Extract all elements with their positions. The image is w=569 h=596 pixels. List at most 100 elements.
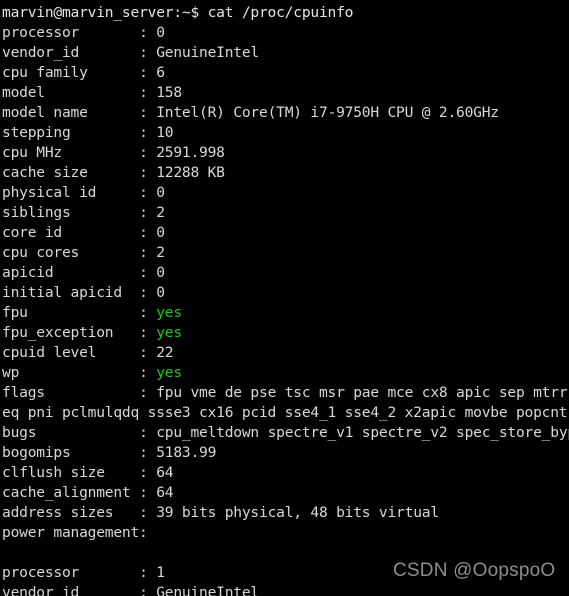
terminal-field-row: flags : fpu vme de pse tsc msr pae mce c… xyxy=(2,383,569,403)
field-separator: : xyxy=(139,304,157,321)
field-key: siblings xyxy=(2,204,140,221)
field-key: vendor_id xyxy=(2,584,140,596)
field-separator: : xyxy=(139,84,157,101)
field-value: 2 xyxy=(156,204,165,221)
terminal-window[interactable]: marvin@marvin_server:~$ cat /proc/cpuinf… xyxy=(0,0,569,596)
field-key: cpu cores xyxy=(2,244,140,261)
terminal-field-row: bogomips : 5183.99 xyxy=(2,443,569,463)
field-value: 1 xyxy=(156,564,165,581)
field-value: 64 xyxy=(156,484,174,501)
field-value: 39 bits physical, 48 bits virtual xyxy=(156,504,439,521)
field-separator: : xyxy=(139,204,157,221)
field-value: 2591.998 xyxy=(156,144,225,161)
field-separator: : xyxy=(139,504,157,521)
field-key: cpuid level xyxy=(2,344,140,361)
terminal-field-row: cpu MHz : 2591.998 xyxy=(2,143,569,163)
field-key: processor xyxy=(2,564,140,581)
field-value: yes xyxy=(156,304,182,321)
terminal-field-row: processor : 0 xyxy=(2,23,569,43)
field-value: 0 xyxy=(156,284,165,301)
field-separator: : xyxy=(139,184,157,201)
terminal-field-row: siblings : 2 xyxy=(2,203,569,223)
field-key: initial apicid xyxy=(2,284,140,301)
field-separator: : xyxy=(139,584,157,596)
field-key: bogomips xyxy=(2,444,140,461)
field-value: 0 xyxy=(156,224,165,241)
field-key: physical id xyxy=(2,184,140,201)
terminal-field-row: model : 158 xyxy=(2,83,569,103)
field-key: fpu_exception xyxy=(2,324,140,341)
field-value: 2 xyxy=(156,244,165,261)
terminal-prompt-line: marvin@marvin_server:~$ cat /proc/cpuinf… xyxy=(2,4,354,21)
field-separator: : xyxy=(139,24,157,41)
field-separator: : xyxy=(139,444,157,461)
field-value: 0 xyxy=(156,24,165,41)
field-key: apicid xyxy=(2,264,140,281)
field-value: 0 xyxy=(156,264,165,281)
field-value: 12288 KB xyxy=(156,164,225,181)
field-value: 22 xyxy=(156,344,174,361)
field-separator: : xyxy=(139,464,157,481)
terminal-field-row: cpu family : 6 xyxy=(2,63,569,83)
field-key: core id xyxy=(2,224,140,241)
field-key: cache size xyxy=(2,164,140,181)
field-value: GenuineIntel xyxy=(156,584,259,596)
field-separator: : xyxy=(139,324,157,341)
field-separator: : xyxy=(139,264,157,281)
terminal-field-row: fpu_exception : yes xyxy=(2,323,569,343)
terminal-wrapped-line: eq pni pclmulqdq ssse3 cx16 pcid sse4_1 … xyxy=(2,404,569,421)
field-key: cache_alignment xyxy=(2,484,140,501)
field-separator: : xyxy=(139,224,157,241)
field-key: flags xyxy=(2,384,140,401)
terminal-field-row: model name : Intel(R) Core(TM) i7-9750H … xyxy=(2,103,569,123)
field-separator: : xyxy=(139,244,157,261)
field-separator: : xyxy=(139,64,157,81)
terminal-field-row: initial apicid : 0 xyxy=(2,283,569,303)
field-value: Intel(R) Core(TM) i7-9750H CPU @ 2.60GHz xyxy=(156,104,499,121)
field-value: 0 xyxy=(156,184,165,201)
field-key: cpu MHz xyxy=(2,144,140,161)
field-value: fpu vme de pse tsc msr pae mce cx8 apic … xyxy=(156,384,569,401)
field-key: clflush size xyxy=(2,464,140,481)
field-value: 5183.99 xyxy=(156,444,217,461)
field-value: 158 xyxy=(156,84,182,101)
terminal-field-row: address sizes : 39 bits physical, 48 bit… xyxy=(2,503,569,523)
field-separator: : xyxy=(139,284,157,301)
field-key: model xyxy=(2,84,140,101)
field-separator: : xyxy=(139,344,157,361)
terminal-field-row: cache size : 12288 KB xyxy=(2,163,569,183)
field-key: wp xyxy=(2,364,140,381)
terminal-field-row: clflush size : 64 xyxy=(2,463,569,483)
terminal-output: marvin@marvin_server:~$ cat /proc/cpuinf… xyxy=(2,3,569,596)
terminal-field-row: vendor_id : GenuineIntel xyxy=(2,43,569,63)
terminal-field-row: fpu : yes xyxy=(2,303,569,323)
field-value: yes xyxy=(156,324,182,341)
field-value: 10 xyxy=(156,124,174,141)
field-separator: : xyxy=(139,564,157,581)
terminal-field-row: core id : 0 xyxy=(2,223,569,243)
field-key: cpu family xyxy=(2,64,140,81)
field-key: fpu xyxy=(2,304,140,321)
field-separator: : xyxy=(139,364,157,381)
field-key: stepping xyxy=(2,124,140,141)
field-key: address sizes xyxy=(2,504,140,521)
terminal-field-row: stepping : 10 xyxy=(2,123,569,143)
terminal-field-row: apicid : 0 xyxy=(2,263,569,283)
terminal-field-row: physical id : 0 xyxy=(2,183,569,203)
field-separator: : xyxy=(139,484,157,501)
field-separator: : xyxy=(139,384,157,401)
terminal-field-row: bugs : cpu_meltdown spectre_v1 spectre_v… xyxy=(2,423,569,443)
field-separator: : xyxy=(139,144,157,161)
field-key: model name xyxy=(2,104,140,121)
terminal-field-row: cpuid level : 22 xyxy=(2,343,569,363)
terminal-text-line: power management: xyxy=(2,524,148,541)
field-key: processor xyxy=(2,24,140,41)
field-key: bugs xyxy=(2,424,140,441)
field-value: GenuineIntel xyxy=(156,44,259,61)
terminal-field-row: vendor_id : GenuineIntel xyxy=(2,583,569,596)
field-value: cpu_meltdown spectre_v1 spectre_v2 spec_… xyxy=(156,424,569,441)
field-value: yes xyxy=(156,364,182,381)
terminal-field-row: cpu cores : 2 xyxy=(2,243,569,263)
field-separator: : xyxy=(139,44,157,61)
field-value: 6 xyxy=(156,64,165,81)
